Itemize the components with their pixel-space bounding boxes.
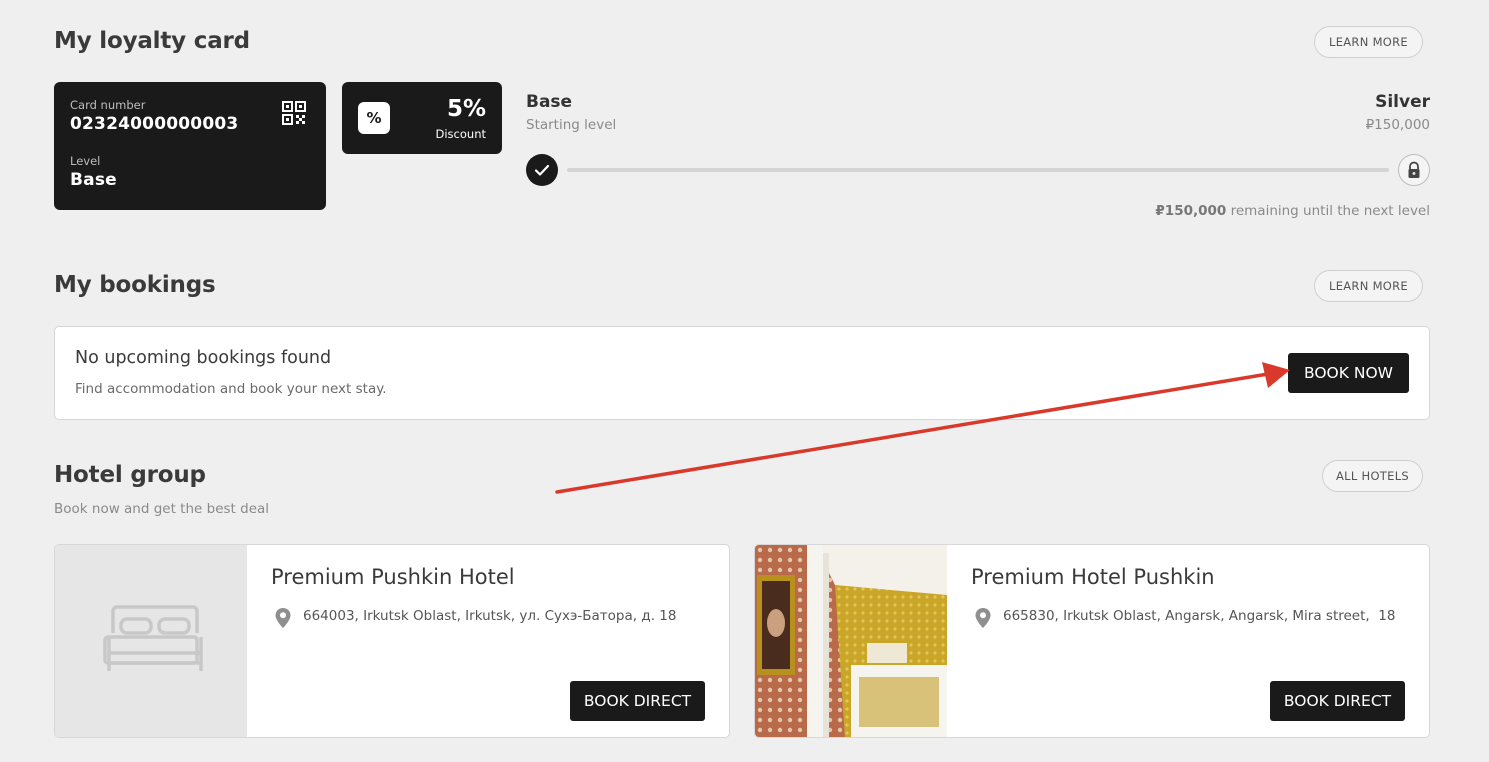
bookings-learn-more-button[interactable]: LEARN MORE xyxy=(1314,270,1423,302)
hotel-interior-image xyxy=(755,545,947,737)
all-hotels-button[interactable]: ALL HOTELS xyxy=(1322,460,1423,492)
hotel-name[interactable]: Premium Pushkin Hotel xyxy=(271,565,515,589)
check-icon xyxy=(526,154,558,186)
hotel-group-section-title: Hotel group xyxy=(54,462,206,488)
loyalty-learn-more-button[interactable]: LEARN MORE xyxy=(1314,26,1423,58)
loyalty-section-title: My loyalty card xyxy=(54,28,250,54)
next-level-threshold: ₽150,000 xyxy=(1365,117,1430,133)
book-now-button[interactable]: BOOK NOW xyxy=(1288,353,1409,393)
book-direct-button[interactable]: BOOK DIRECT xyxy=(1270,681,1405,721)
next-level: Silver ₽150,000 xyxy=(1366,92,1430,133)
card-number: 02324000000003 xyxy=(70,114,239,134)
remaining-text: remaining until the next level xyxy=(1226,203,1430,219)
hotel-address: 664003, Irkutsk Oblast, Irkutsk, ул. Сух… xyxy=(303,608,677,624)
no-bookings-title: No upcoming bookings found xyxy=(75,348,332,368)
hotel-card[interactable]: Premium Hotel Pushkin 665830, Irkutsk Ob… xyxy=(754,544,1430,738)
remaining-amount: ₽150,000 xyxy=(1155,203,1227,219)
current-level-subtitle: Starting level xyxy=(526,117,617,133)
percent-icon: % xyxy=(358,102,390,134)
hotel-name[interactable]: Premium Hotel Pushkin xyxy=(971,565,1215,589)
discount-label: Discount xyxy=(435,127,487,141)
card-number-label: Card number xyxy=(70,98,146,112)
qr-code-icon[interactable] xyxy=(282,101,306,125)
loyalty-card: Card number 02324000000003 Level Base xyxy=(54,82,326,210)
hotel-image-placeholder xyxy=(55,545,247,737)
bed-placeholder-icon xyxy=(103,605,203,671)
lock-icon xyxy=(1398,154,1430,186)
level-progress-bar xyxy=(567,168,1389,172)
remaining-until-next-level: ₽150,000 remaining until the next level xyxy=(1155,203,1430,219)
hotel-card[interactable]: Premium Pushkin Hotel 664003, Irkutsk Ob… xyxy=(54,544,730,738)
location-pin-icon xyxy=(275,608,291,628)
discount-value: 5% xyxy=(446,96,486,122)
book-direct-button[interactable]: BOOK DIRECT xyxy=(570,681,705,721)
bookings-section-title: My bookings xyxy=(54,272,216,298)
location-pin-icon xyxy=(975,608,991,628)
hotel-group-subtitle: Book now and get the best deal xyxy=(54,501,270,517)
level-label: Level xyxy=(70,154,101,168)
hotel-address: 665830, Irkutsk Oblast, Angarsk, Angarsk… xyxy=(1003,608,1396,624)
card-level: Base xyxy=(70,170,117,190)
next-level-name: Silver xyxy=(1375,92,1430,112)
current-level: Base Starting level xyxy=(526,92,616,133)
current-level-name: Base xyxy=(526,92,573,112)
no-bookings-text: Find accommodation and book your next st… xyxy=(75,381,387,397)
hotel-interior-photo xyxy=(755,545,947,737)
bookings-empty-state: No upcoming bookings found Find accommod… xyxy=(54,326,1430,420)
discount-card: % 5% Discount xyxy=(342,82,502,154)
